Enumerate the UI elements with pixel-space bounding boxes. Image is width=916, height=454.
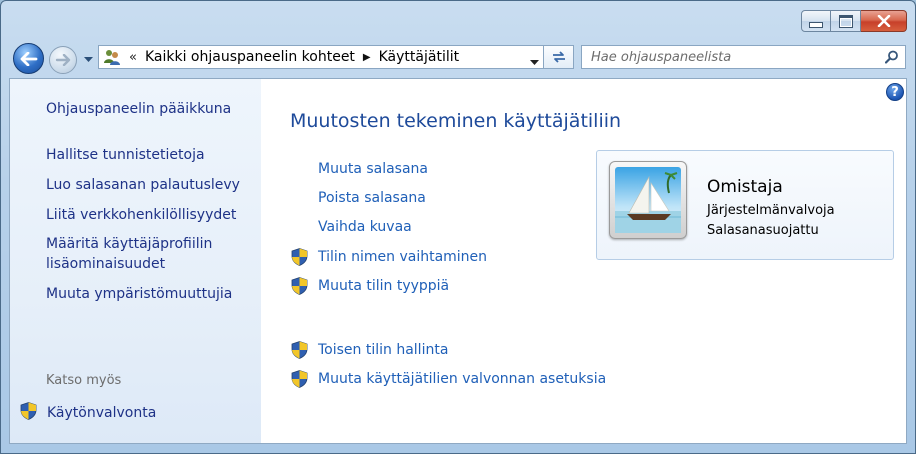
task-remove-password[interactable]: Poista salasana xyxy=(291,190,426,206)
task-label: Toisen tilin hallinta xyxy=(318,342,449,358)
task-sidebar: Ohjauspaneelin pääikkuna Hallitse tunnis… xyxy=(10,79,261,443)
search-box[interactable] xyxy=(581,45,906,69)
caption-buttons xyxy=(801,10,907,32)
breadcrumb-item-user-accounts[interactable]: Käyttäjätilit xyxy=(379,49,459,65)
see-also-heading: Katso myös xyxy=(46,373,122,388)
account-type: Järjestelmänvalvoja xyxy=(707,203,835,218)
parental-controls-label: Käytönvalvonta xyxy=(47,405,157,421)
user-accounts-icon xyxy=(103,49,123,65)
account-card: Omistaja Järjestelmänvalvoja Salasanasuo… xyxy=(596,150,894,260)
account-password-status: Salasanasuojattu xyxy=(707,223,819,238)
task-label: Poista salasana xyxy=(318,190,426,206)
search-input[interactable] xyxy=(582,48,879,66)
task-change-account-type[interactable]: Muuta tilin tyyppiä xyxy=(291,277,449,295)
page-title: Muutosten tekeminen käyttäjätiliin xyxy=(290,110,622,132)
uac-shield-icon xyxy=(291,248,318,266)
breadcrumb-item-all-items[interactable]: Kaikki ohjauspaneelin kohteet xyxy=(145,49,355,65)
task-label: Tilin nimen vaihtaminen xyxy=(318,249,488,265)
task-label: Vaihda kuvaa xyxy=(318,219,412,235)
breadcrumb-overflow[interactable]: « xyxy=(129,50,137,65)
uac-shield-icon xyxy=(291,370,318,388)
sidebar-home-link[interactable]: Ohjauspaneelin pääikkuna xyxy=(46,99,231,119)
minimize-icon xyxy=(809,22,823,28)
uac-shield-icon xyxy=(20,402,37,424)
sidebar-item-advanced-profile[interactable]: Määritä käyttäjäprofiilin lisäominaisuud… xyxy=(46,234,246,274)
task-change-picture[interactable]: Vaihda kuvaa xyxy=(291,219,412,235)
forward-button[interactable] xyxy=(49,46,77,74)
task-uac-settings[interactable]: Muuta käyttäjätilien valvonnan asetuksia xyxy=(291,370,606,388)
control-panel-window: « Kaikki ohjauspaneelin kohteet ▶ Käyttä… xyxy=(0,0,916,454)
forward-arrow-icon xyxy=(55,54,71,66)
recent-pages-dropdown[interactable] xyxy=(81,53,95,67)
back-button[interactable] xyxy=(13,43,44,74)
address-dropdown-icon[interactable] xyxy=(530,54,539,70)
back-arrow-icon xyxy=(20,51,37,66)
close-button[interactable] xyxy=(861,10,907,32)
refresh-icon xyxy=(552,51,565,63)
task-label: Muuta salasana xyxy=(318,161,429,177)
task-change-password[interactable]: Muuta salasana xyxy=(291,161,428,177)
sidebar-item-link-online-ids[interactable]: Liitä verkkohenkilöllisyydet xyxy=(46,205,236,225)
task-label: Muuta tilin tyyppiä xyxy=(318,278,450,294)
refresh-button[interactable] xyxy=(544,45,574,69)
sidebar-item-manage-credentials[interactable]: Hallitse tunnistetietoja xyxy=(46,145,205,165)
breadcrumb-separator-icon[interactable]: ▶ xyxy=(363,52,371,63)
task-rename-account[interactable]: Tilin nimen vaihtaminen xyxy=(291,248,487,266)
sidebar-item-environment-variables[interactable]: Muuta ympäristömuuttujia xyxy=(46,284,232,304)
minimize-button[interactable] xyxy=(801,10,831,32)
uac-shield-icon xyxy=(291,341,318,359)
close-icon xyxy=(877,15,890,27)
maximize-icon xyxy=(838,14,853,28)
account-name: Omistaja xyxy=(707,177,783,197)
sailboat-picture-icon xyxy=(615,167,681,233)
task-label: Muuta käyttäjätilien valvonnan asetuksia xyxy=(318,371,607,387)
account-picture[interactable] xyxy=(609,161,687,239)
uac-shield-icon xyxy=(291,277,318,295)
help-icon[interactable]: ? xyxy=(886,83,904,101)
search-icon[interactable] xyxy=(879,50,905,64)
sidebar-item-password-reset-disk[interactable]: Luo salasanan palautuslevy xyxy=(46,175,240,195)
content-area: Ohjauspaneelin pääikkuna Hallitse tunnis… xyxy=(9,78,907,444)
chevron-down-icon xyxy=(83,57,93,62)
task-manage-another-account[interactable]: Toisen tilin hallinta xyxy=(291,341,448,359)
sidebar-item-parental-controls[interactable]: Käytönvalvonta xyxy=(20,402,156,424)
maximize-button[interactable] xyxy=(831,10,861,32)
address-bar[interactable]: « Kaikki ohjauspaneelin kohteet ▶ Käyttä… xyxy=(98,45,544,69)
